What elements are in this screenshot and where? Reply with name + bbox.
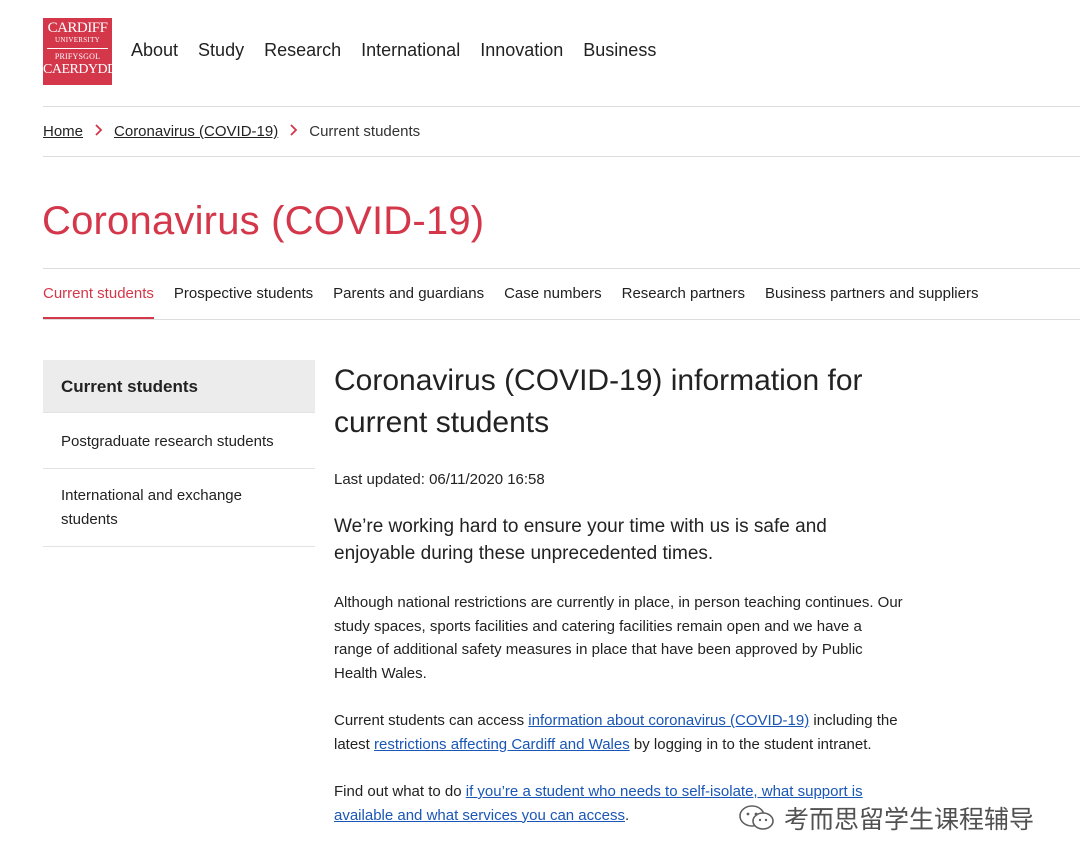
content-heading: Coronavirus (COVID-19) information for c…: [334, 364, 863, 439]
breadcrumb-coronavirus[interactable]: Coronavirus (COVID-19): [114, 122, 278, 142]
para2-text-1: Current students can access: [334, 712, 529, 729]
intro-lede: We’re working hard to ensure your time w…: [334, 516, 827, 564]
site-header: CARDIFF UNIVERSITY PRIFYSGOL CAERDYDD Ab…: [0, 0, 1080, 106]
header-divider: [43, 106, 1080, 107]
watermark-text: 考而思留学生课程辅导: [784, 806, 1035, 834]
sidebar-nav: Current students Postgraduate research s…: [43, 360, 315, 547]
wechat-icon: [739, 805, 774, 830]
tab-current-students[interactable]: Current students: [43, 280, 154, 320]
nav-business[interactable]: Business: [583, 38, 656, 62]
chevron-right-icon: [289, 122, 298, 142]
tab-research-partners[interactable]: Research partners: [622, 280, 745, 320]
breadcrumb-divider: [43, 156, 1080, 157]
last-updated: Last updated: 06/11/2020 16:58: [334, 471, 545, 488]
sidebar-item-postgraduate-research[interactable]: Postgraduate research students: [43, 413, 315, 469]
sidebar-item-international-exchange[interactable]: International and exchange students: [43, 469, 315, 547]
breadcrumb-home[interactable]: Home: [43, 122, 83, 142]
nav-about[interactable]: About: [131, 38, 178, 62]
nav-study[interactable]: Study: [198, 38, 244, 62]
para3-text-2: .: [625, 806, 630, 824]
tabs-bottom-divider: [43, 319, 1080, 320]
coronavirus-info-link[interactable]: information about coronavirus (COVID-19): [528, 712, 809, 729]
tab-prospective-students[interactable]: Prospective students: [174, 280, 313, 320]
restrictions-paragraph: Although national restrictions are curre…: [334, 594, 903, 682]
chevron-right-icon: [94, 122, 103, 142]
breadcrumb: Home Coronavirus (COVID-19) Current stud…: [43, 122, 420, 142]
logo-line-2: UNIVERSITY: [47, 36, 108, 49]
main-nav: About Study Research International Innov…: [131, 38, 676, 62]
para3-text-1: Find out what to do: [334, 783, 466, 800]
tab-business-partners[interactable]: Business partners and suppliers: [765, 280, 978, 320]
breadcrumb-current: Current students: [309, 123, 421, 140]
sidebar-item-current-students[interactable]: Current students: [43, 360, 315, 413]
access-info-paragraph: Current students can access information …: [334, 709, 904, 756]
section-tabs: Current students Prospective students Pa…: [43, 280, 998, 320]
tab-parents-and-guardians[interactable]: Parents and guardians: [333, 280, 484, 320]
logo-line-4: CAERDYDD: [43, 62, 117, 77]
tab-case-numbers[interactable]: Case numbers: [504, 280, 602, 320]
nav-research[interactable]: Research: [264, 38, 341, 62]
logo-line-1: CARDIFF: [47, 20, 108, 36]
watermark: 考而思留学生课程辅导: [738, 800, 1034, 836]
para2-text-3: by logging in to the student intranet.: [629, 735, 872, 753]
page-title: Coronavirus (COVID-19): [42, 199, 485, 243]
main-content: Coronavirus (COVID-19) information for c…: [334, 360, 904, 827]
cardiff-university-logo[interactable]: CARDIFF UNIVERSITY PRIFYSGOL CAERDYDD: [43, 18, 117, 85]
tabs-top-divider: [43, 268, 1080, 269]
restrictions-link[interactable]: restrictions affecting Cardiff and Wales: [374, 736, 630, 753]
nav-innovation[interactable]: Innovation: [480, 38, 563, 62]
nav-international[interactable]: International: [361, 38, 460, 62]
